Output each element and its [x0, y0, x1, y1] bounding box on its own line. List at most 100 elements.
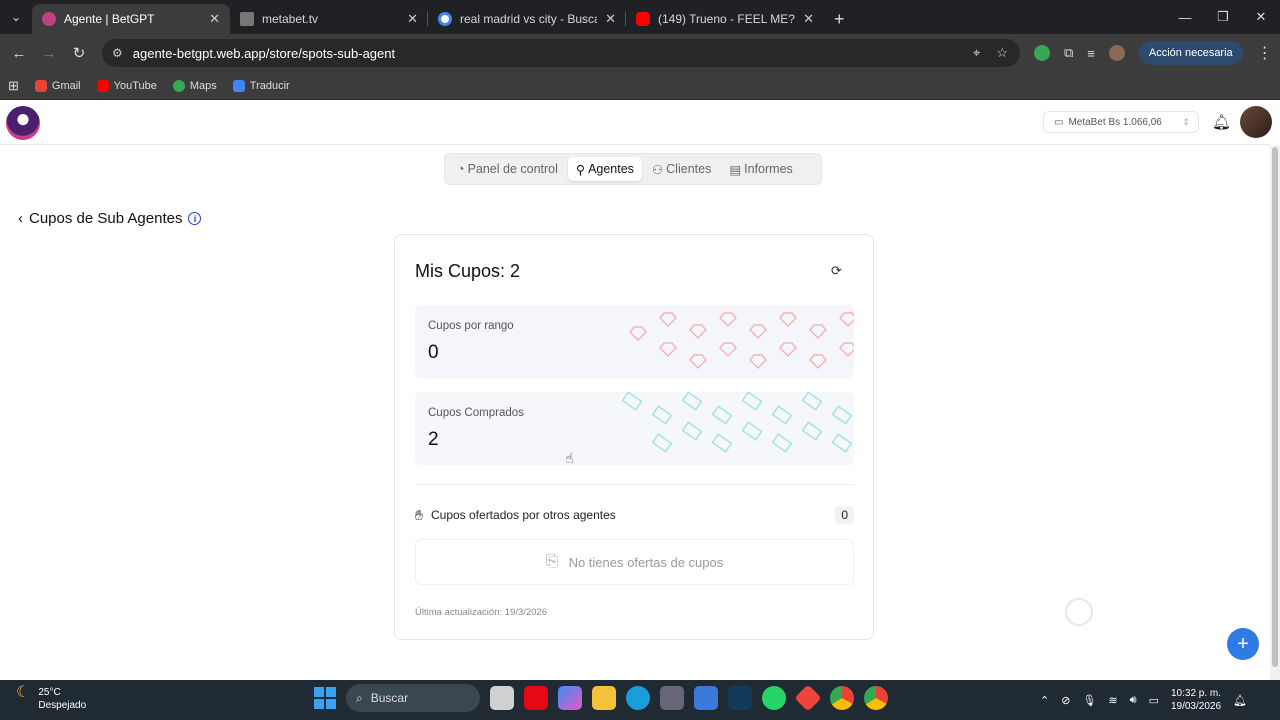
weather-widget[interactable]: ☾ 25°C Despejado	[16, 685, 87, 712]
chrome-icon[interactable]	[830, 686, 854, 710]
chevron-up-icon[interactable]: ⌃	[1040, 694, 1049, 707]
nav-panel-de-control[interactable]: ◔ Panel de control	[449, 157, 566, 181]
gmail-icon	[34, 79, 47, 92]
stat-label: Cupos por rango	[428, 320, 514, 332]
clock[interactable]: 10:32 p. m. 19/03/2026	[1171, 687, 1221, 713]
system-tray: ⌃ ⊘ 🎙︎ ≋ 🔊︎ ▭ 10:32 p. m. 19/03/2026 🔔︎	[1040, 680, 1247, 720]
notification-icon[interactable]: 🔔︎	[1233, 694, 1247, 707]
weather-temp: 25°C	[38, 687, 61, 698]
app-logo[interactable]	[6, 106, 40, 140]
task-view-icon[interactable]	[490, 686, 514, 710]
windows-taskbar: ☾ 25°C Despejado ⌕ Buscar ⌃ ⊘ 🎙︎ ≋ 🔊︎ ▭ …	[0, 680, 1280, 720]
extensions-puzzle-icon[interactable]: ⧉	[1064, 45, 1073, 61]
page-scrollbar[interactable]	[1270, 145, 1280, 680]
wifi-icon[interactable]: ≋	[1108, 694, 1117, 707]
close-tab-icon[interactable]: ✕	[407, 11, 418, 27]
scrollbar-thumb[interactable]	[1272, 147, 1278, 667]
whatsapp-icon[interactable]	[762, 686, 786, 710]
apps-grid-icon[interactable]: ⊞	[8, 78, 19, 94]
address-bar[interactable]: ⚙ agente-betgpt.web.app/store/spots-sub-…	[102, 39, 1020, 67]
stat-label: Cupos Comprados	[428, 407, 524, 419]
edge-icon[interactable]	[626, 686, 650, 710]
tab-google-search[interactable]: real madrid vs city - Buscar con ✕	[428, 4, 626, 34]
maps-icon	[172, 79, 185, 92]
menu-kebab-icon[interactable]: ⋮	[1257, 43, 1273, 63]
maximize-icon[interactable]: ❐	[1204, 0, 1242, 34]
microphone-icon[interactable]: 🎙︎	[1082, 694, 1096, 707]
stat-cupos-comprados: Cupos Comprados 2	[415, 392, 854, 465]
offers-count-badge: 0	[835, 506, 854, 524]
volume-icon[interactable]: 🔊︎	[1130, 694, 1137, 707]
card-title: Mis Cupos: 2	[415, 261, 521, 281]
file-explorer-icon[interactable]	[592, 686, 616, 710]
chrome-profile-icon[interactable]	[864, 686, 888, 710]
refresh-icon[interactable]: ⟳	[831, 263, 842, 279]
users-icon: ⚇	[651, 162, 664, 177]
copilot-icon[interactable]	[558, 686, 582, 710]
windows-start-icon[interactable]	[314, 687, 336, 709]
ticket-pattern-icon	[621, 392, 853, 453]
settings-icon[interactable]	[660, 686, 684, 710]
tab-search-icon[interactable]: ⌄	[0, 0, 32, 34]
add-floating-button[interactable]: +	[1227, 628, 1259, 660]
user-avatar[interactable]	[1240, 106, 1272, 138]
betgpt-favicon-icon	[42, 12, 56, 26]
search-icon: ⌕	[356, 690, 363, 705]
tab-metabet[interactable]: metabet.tv ✕	[230, 4, 428, 34]
back-link[interactable]: ‹ Cupos de Sub Agentes i	[18, 210, 202, 227]
bookmark-traducir[interactable]: Traducir	[232, 79, 290, 92]
forward-icon[interactable]: →	[34, 45, 64, 62]
reload-icon[interactable]: ↻	[64, 44, 94, 62]
store-icon[interactable]	[694, 686, 718, 710]
divider	[415, 484, 854, 485]
battery-icon[interactable]: ▭	[1149, 694, 1159, 707]
clock-date: 19/03/2026	[1170, 701, 1222, 712]
hand-offer-icon: ✋︎	[415, 506, 423, 523]
network-off-icon[interactable]: ⊘	[1061, 694, 1070, 707]
accion-necesaria-button[interactable]: Acción necesaria	[1138, 41, 1243, 65]
nav-clientes[interactable]: ⚇ Clientes	[644, 157, 719, 181]
window-controls: — ❐ ✕	[1166, 0, 1280, 34]
browser-tab-bar: ⌄ Agente | BetGPT ✕ metabet.tv ✕ real ma…	[0, 0, 1280, 34]
translate-icon	[232, 79, 245, 92]
chevron-left-icon: ‹	[18, 210, 23, 227]
back-icon[interactable]: ←	[4, 45, 34, 62]
taskbar-search[interactable]: ⌕ Buscar	[346, 684, 480, 712]
close-tab-icon[interactable]: ✕	[209, 11, 220, 27]
disney-icon[interactable]	[728, 686, 752, 710]
close-tab-icon[interactable]: ✕	[605, 11, 616, 27]
offers-row: ✋︎ Cupos ofertados por otros agentes 0	[415, 506, 854, 524]
media-control-icon[interactable]: ≡	[1087, 46, 1095, 61]
clock-time: 10:32 p. m.	[1171, 688, 1222, 699]
tab-agente[interactable]: Agente | BetGPT ✕	[32, 4, 230, 34]
nav-informes[interactable]: ▤ Informes	[721, 157, 800, 181]
diamond-pattern-icon	[628, 312, 854, 370]
empty-text: No tienes ofertas de cupos	[568, 554, 724, 570]
weather-status: Despejado	[38, 700, 87, 711]
anydesk-icon[interactable]	[794, 684, 822, 712]
profile-avatar-icon[interactable]	[1108, 45, 1125, 61]
chevron-updown-icon: ⇕	[1182, 116, 1190, 127]
wallet-selector[interactable]: ▭ MetaBet Bs 1.066,06 ⇕	[1043, 111, 1199, 133]
bookmark-star-icon[interactable]: ☆	[996, 45, 1008, 61]
netflix-icon[interactable]	[524, 686, 548, 710]
tab-youtube[interactable]: (149) Trueno - FEEL ME?? (Vide ✕	[626, 4, 824, 34]
bookmark-gmail[interactable]: Gmail	[34, 79, 81, 92]
new-tab-button[interactable]: +	[824, 4, 855, 34]
location-icon[interactable]: ⌖	[973, 45, 980, 61]
close-tab-icon[interactable]: ✕	[803, 11, 814, 27]
site-info-icon[interactable]: ⚙	[112, 46, 123, 60]
close-window-icon[interactable]: ✕	[1242, 0, 1280, 34]
hand-cursor-icon: ☝︎	[565, 450, 574, 466]
bookmark-youtube[interactable]: YouTube	[96, 79, 157, 92]
empty-offers-state: ⎘ No tienes ofertas de cupos	[415, 539, 854, 585]
tickets-icon: ⎘	[545, 553, 559, 570]
extension-icon[interactable]	[1034, 45, 1050, 61]
info-icon[interactable]: i	[188, 212, 202, 225]
nav-agentes[interactable]: ⚲ Agentes	[567, 157, 642, 181]
bookmark-maps[interactable]: Maps	[172, 79, 217, 92]
bell-icon[interactable]: 🔔︎	[1212, 113, 1231, 131]
stat-cupos-rango: Cupos por rango 0	[415, 305, 854, 378]
stat-value: 2	[428, 429, 439, 450]
minimize-icon[interactable]: —	[1166, 0, 1204, 34]
